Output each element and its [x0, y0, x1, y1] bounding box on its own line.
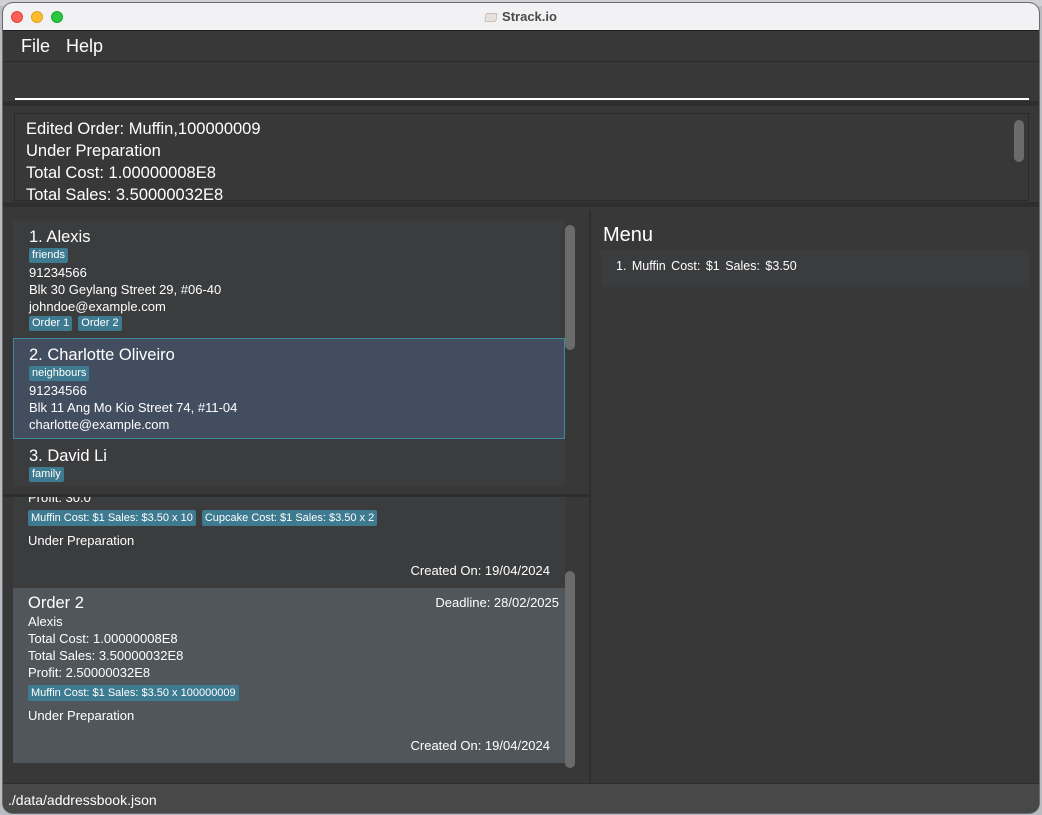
- menu-list: 1. Muffin Cost: $1 Sales: $3.50: [601, 250, 1029, 287]
- result-display: Edited Order: Muffin,100000009 Under Pre…: [14, 113, 1029, 201]
- result-scrollbar[interactable]: [1014, 120, 1024, 162]
- person-tag: friends: [29, 248, 69, 263]
- menu-list-item[interactable]: 1. Muffin Cost: $1 Sales: $3.50: [616, 259, 1014, 273]
- order-list-scrollbar[interactable]: [565, 571, 575, 768]
- order-customer: Alexis: [28, 614, 63, 629]
- order-profit: Profit: 30.0: [28, 497, 91, 505]
- person-name: 2. Charlotte Oliveiro: [29, 346, 175, 364]
- order-deadline: Deadline: 28/02/2025: [435, 595, 559, 610]
- person-name: 1. Alexis: [29, 228, 91, 246]
- order-list: Profit: 30.0 Muffin Cost: $1 Sales: $3.5…: [13, 497, 565, 773]
- result-line: Under Preparation: [26, 142, 161, 160]
- person-address: Blk 11 Ang Mo Kio Street 74, #11-04: [29, 400, 238, 415]
- result-line: Total Cost: 1.00000008E8: [26, 164, 216, 182]
- order-total-sales: Total Sales: 3.50000032E8: [28, 648, 184, 663]
- order-item-tag: Cupcake Cost: $1 Sales: $3.50 x 2: [201, 510, 378, 526]
- person-tag: family: [29, 467, 64, 482]
- person-order-tag: Order 2: [78, 316, 122, 331]
- person-card[interactable]: 1. Alexis friends 91234566 Blk 30 Geylan…: [13, 220, 565, 338]
- result-line: Edited Order: Muffin,100000009: [26, 120, 261, 138]
- order-status: Under Preparation: [28, 533, 135, 548]
- order-card[interactable]: Order 2 Deadline: 28/02/2025 Alexis Tota…: [13, 588, 565, 763]
- order-profit: Profit: 2.50000032E8: [28, 665, 151, 680]
- result-line: Total Sales: 3.50000032E8: [26, 186, 224, 201]
- person-name: 3. David Li: [29, 447, 107, 465]
- person-card-selected[interactable]: 2. Charlotte Oliveiro neighbours 9123456…: [13, 338, 565, 439]
- main-content: 1. Alexis friends 91234566 Blk 30 Geylan…: [3, 210, 1039, 783]
- order-total-cost: Total Cost: 1.00000008E8: [28, 631, 178, 646]
- person-tag: neighbours: [29, 366, 90, 381]
- person-phone: 91234566: [29, 383, 87, 398]
- order-item-tag: Muffin Cost: $1 Sales: $3.50 x 10: [28, 510, 196, 526]
- order-created-date: Created On: 19/04/2024: [410, 738, 551, 753]
- menu-bar: File Help: [3, 31, 1039, 62]
- person-email: johndoe@example.com: [29, 299, 166, 314]
- person-phone: 91234566: [29, 265, 87, 280]
- save-location-path: ./data/addressbook.json: [8, 792, 157, 808]
- app-window: Strack.io File Help Edited Order: Muffin…: [3, 3, 1039, 813]
- status-bar: ./data/addressbook.json: [3, 783, 1039, 813]
- person-list: 1. Alexis friends 91234566 Blk 30 Geylan…: [13, 220, 565, 486]
- left-column: 1. Alexis friends 91234566 Blk 30 Geylan…: [3, 210, 591, 783]
- menu-panel: Menu 1. Muffin Cost: $1 Sales: $3.50: [591, 210, 1039, 783]
- order-created-date: Created On: 19/04/2024: [410, 563, 551, 578]
- person-card[interactable]: 3. David Li family: [13, 439, 565, 486]
- command-box: [3, 62, 1039, 106]
- order-status: Under Preparation: [28, 708, 135, 723]
- menu-help[interactable]: Help: [58, 36, 111, 57]
- menu-file[interactable]: File: [13, 36, 58, 57]
- menu-panel-title: Menu: [603, 224, 654, 246]
- person-address: Blk 30 Geylang Street 29, #06-40: [29, 282, 222, 297]
- order-item-tag: Muffin Cost: $1 Sales: $3.50 x 100000009: [28, 685, 239, 701]
- person-list-panel: 1. Alexis friends 91234566 Blk 30 Geylan…: [3, 210, 589, 497]
- title-bar: Strack.io: [3, 3, 1039, 31]
- window-title-wrap: Strack.io: [3, 9, 1039, 24]
- order-card[interactable]: Profit: 30.0 Muffin Cost: $1 Sales: $3.5…: [13, 497, 565, 588]
- window-title: Strack.io: [502, 9, 557, 24]
- person-list-scrollbar[interactable]: [565, 225, 575, 350]
- person-order-tag: Order 1: [29, 316, 73, 331]
- order-list-panel: Profit: 30.0 Muffin Cost: $1 Sales: $3.5…: [3, 497, 589, 783]
- cake-icon: [484, 13, 498, 22]
- result-display-area: Edited Order: Muffin,100000009 Under Pre…: [3, 106, 1039, 207]
- person-email: charlotte@example.com: [29, 417, 170, 432]
- command-input[interactable]: [15, 68, 1029, 100]
